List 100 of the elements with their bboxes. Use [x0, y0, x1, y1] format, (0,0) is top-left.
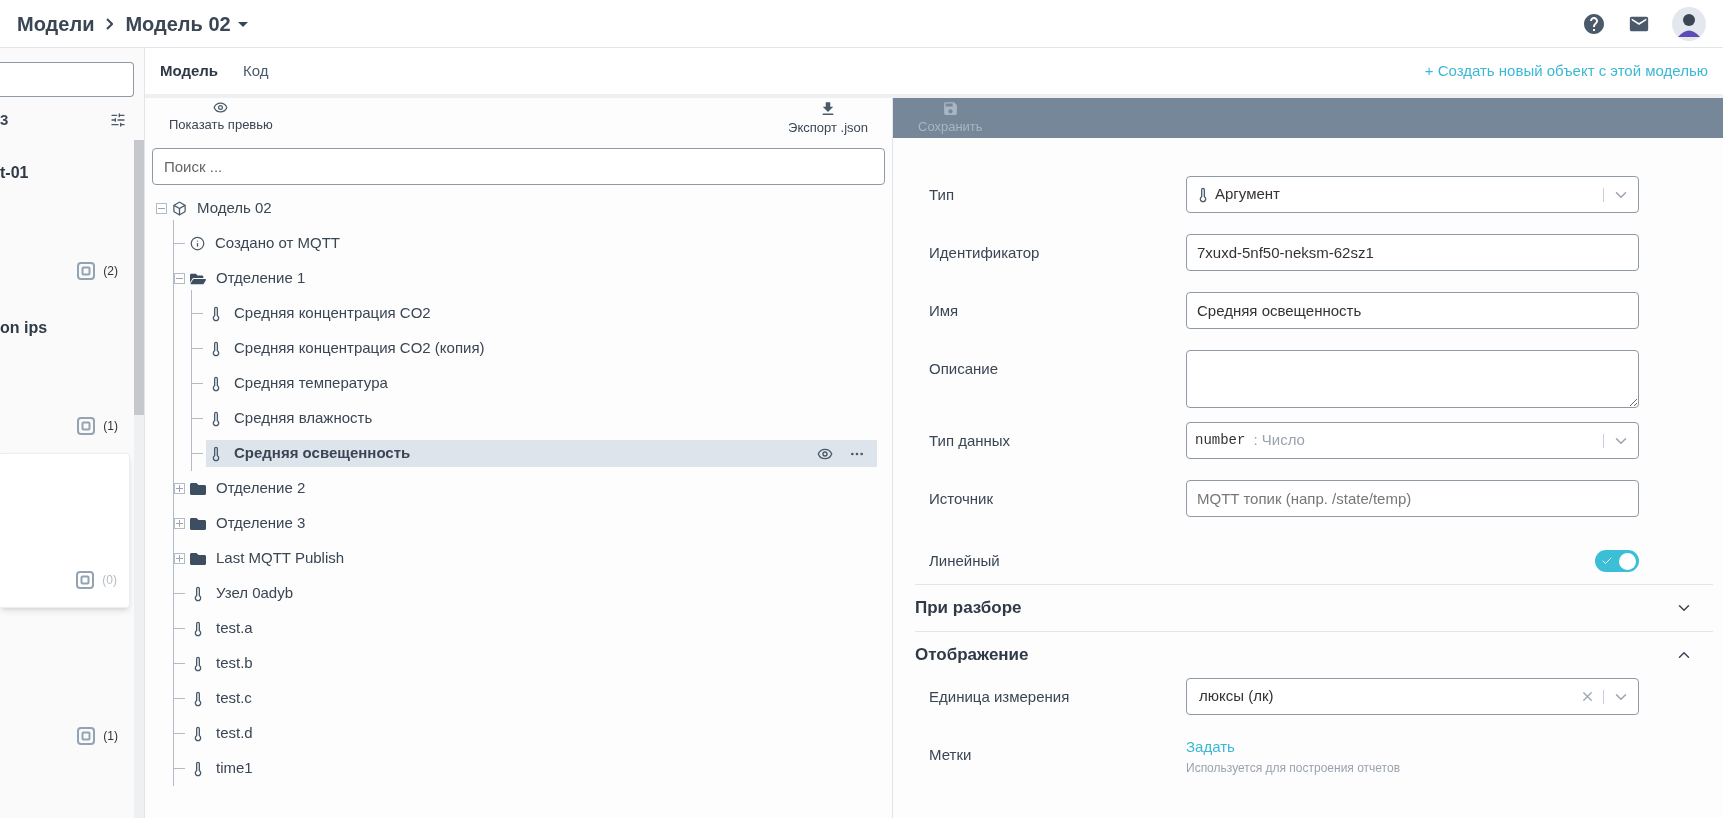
tree-item-label: test.d — [216, 723, 253, 744]
select-value: : Число — [1253, 430, 1305, 451]
list-search-field[interactable] — [0, 62, 134, 97]
minus-icon — [158, 205, 165, 212]
tree-item[interactable]: Модель 02 — [170, 195, 877, 222]
tree-item[interactable]: test.d — [188, 720, 877, 747]
field-label: Идентификатор — [929, 243, 1041, 263]
preview-button[interactable]: Показать превью — [169, 100, 273, 135]
tab[interactable]: Модель — [160, 59, 219, 83]
breadcrumb-link[interactable]: Модели — [17, 8, 95, 39]
tree-item-label: test.a — [216, 618, 253, 639]
card-count: (1) — [103, 418, 118, 435]
tree-item[interactable]: test.c — [188, 685, 877, 712]
tree-item-label: Last MQTT Publish — [216, 548, 345, 569]
field-label: Имя — [929, 301, 960, 321]
list-count: 3 — [0, 109, 9, 130]
tree-item[interactable]: Средняя влажность — [206, 405, 877, 432]
folder-icon — [190, 550, 206, 567]
list-card[interactable]: (1) — [0, 608, 130, 763]
info-icon — [190, 236, 205, 251]
tree-item[interactable]: Средняя концентрация CO2 — [206, 300, 877, 327]
section-header[interactable]: Отображение — [915, 632, 1713, 678]
folder-icon — [190, 480, 206, 497]
tree-item-label: test.b — [216, 653, 253, 674]
list-card[interactable]: on ips (1) — [0, 298, 130, 453]
description-field[interactable] — [1186, 350, 1639, 408]
tree-item[interactable]: time1 — [188, 755, 877, 782]
search-field[interactable]: Поиск ... — [152, 148, 885, 185]
field-label: Тип данных — [929, 431, 1012, 451]
avatar[interactable] — [1672, 6, 1706, 41]
tree-item-label: Средняя освещенность — [234, 443, 411, 464]
eye-icon — [213, 100, 229, 115]
field-label: Метки — [929, 745, 973, 765]
card-count: (0) — [102, 572, 117, 589]
tree-item[interactable]: Last MQTT Publish — [188, 545, 877, 572]
text-field[interactable]: MQTT топик (напр. /state/temp) — [1186, 480, 1639, 517]
select-value: люксы (лк) — [1199, 686, 1274, 707]
save-icon — [941, 99, 959, 117]
folder-icon — [190, 515, 206, 532]
tree-item[interactable]: Средняя освещенность — [206, 440, 877, 467]
section-title: При разборе — [915, 597, 1022, 620]
plus-icon — [176, 485, 183, 492]
square-icon — [77, 727, 96, 745]
type-code: number — [1195, 431, 1246, 450]
tree-item-label: Средняя концентрация CO2 (копия) — [234, 338, 485, 359]
card-count: (1) — [103, 728, 118, 745]
tree-item-label: time1 — [216, 758, 253, 779]
tree-item[interactable]: Средняя температура — [206, 370, 877, 397]
text-field[interactable]: Средняя освещенность — [1186, 292, 1639, 329]
list-card[interactable]: t-01 (2) — [0, 143, 130, 298]
tree-item[interactable]: test.a — [188, 615, 877, 642]
plus-icon — [176, 520, 183, 527]
tree-item-label: Модель 02 — [197, 198, 272, 219]
collapse-toggle[interactable] — [156, 203, 167, 214]
tree-item[interactable]: Узел 0adyb — [188, 580, 877, 607]
tree-item-label: Отделение 1 — [216, 268, 306, 289]
scrollbar-thumb[interactable] — [134, 140, 144, 415]
tree-item-label: Узел 0adyb — [216, 583, 294, 604]
tree-item[interactable]: Создано от MQTT — [188, 230, 877, 257]
field-label: Тип — [929, 185, 955, 205]
tree-item-label: test.c — [216, 688, 252, 709]
expand-toggle[interactable] — [174, 553, 185, 564]
text-field[interactable]: 7xuxd-5nf50-neksm-62sz1 — [1186, 234, 1639, 271]
expand-toggle[interactable] — [174, 518, 185, 529]
square-icon — [76, 571, 95, 589]
card-title: t-01 — [0, 163, 30, 183]
tree-item-label: Средняя температура — [234, 373, 388, 394]
field-label: Источник — [929, 489, 995, 509]
collapse-toggle[interactable] — [174, 273, 185, 284]
section-header[interactable]: При разборе — [915, 585, 1713, 631]
expand-toggle[interactable] — [174, 483, 185, 494]
plus-icon — [176, 555, 183, 562]
tree-item[interactable]: Отделение 1 — [188, 265, 877, 292]
tree-item[interactable]: Средняя концентрация CO2 (копия) — [206, 335, 877, 362]
tree-item-label: Отделение 3 — [216, 513, 306, 534]
tree-item[interactable]: test.b — [188, 650, 877, 677]
clear-icon[interactable] — [1580, 689, 1595, 704]
tree-item[interactable]: Отделение 3 — [188, 510, 877, 537]
help-icon[interactable] — [1582, 11, 1606, 36]
check-icon — [1601, 555, 1613, 567]
select-value: Аргумент — [1215, 184, 1280, 205]
tree-item-label: Создано от MQTT — [215, 233, 340, 254]
export-button[interactable]: Экспорт .json — [788, 100, 868, 138]
tree-item[interactable]: Отделение 2 — [188, 475, 877, 502]
section-title: Отображение — [915, 644, 1029, 667]
tree-item-label: Отделение 2 — [216, 478, 306, 499]
card-count: (2) — [103, 263, 118, 280]
filter-icon[interactable] — [110, 112, 126, 128]
tree-item-label: Средняя влажность — [234, 408, 373, 429]
square-icon — [77, 262, 96, 280]
chevron-right-icon — [106, 17, 114, 30]
toggle-switch[interactable] — [1595, 550, 1639, 572]
tree-item-label: Средняя концентрация CO2 — [234, 303, 431, 324]
hint-text: Используется для построения отчетов — [1186, 759, 1402, 777]
select-field[interactable]: number : Число — [1186, 422, 1639, 459]
select-field[interactable]: люксы (лк) — [1186, 678, 1639, 715]
select-field[interactable]: Аргумент — [1186, 176, 1639, 213]
square-icon — [77, 417, 96, 435]
field-label: Линейный — [929, 550, 1001, 571]
tab[interactable]: Код — [243, 59, 269, 83]
